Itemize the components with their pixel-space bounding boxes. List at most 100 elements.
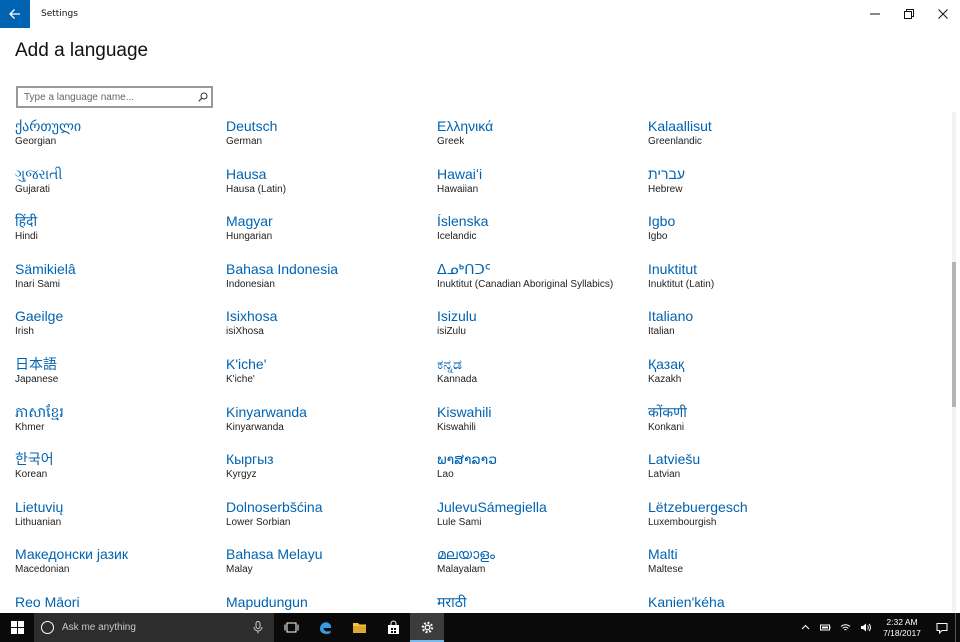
- language-item[interactable]: मराठी: [437, 593, 648, 613]
- start-button[interactable]: [0, 613, 34, 642]
- language-english-name: Kinyarwanda: [226, 421, 284, 433]
- window-title: Settings: [41, 9, 78, 19]
- language-native-name: Dolnoserbšćina: [226, 498, 323, 515]
- clock-date: 7/18/2017: [883, 627, 921, 638]
- language-native-name: Reo Māori: [15, 593, 80, 610]
- shopping-bag-icon: [387, 620, 399, 634]
- language-english-name: Hindi: [15, 231, 38, 243]
- language-item[interactable]: Sämikielâ Inari Sami: [15, 260, 226, 308]
- network-button[interactable]: [835, 613, 855, 642]
- file-explorer-button[interactable]: [342, 613, 376, 642]
- language-item[interactable]: Кыргыз Kyrgyz: [226, 450, 437, 498]
- restore-icon: [904, 9, 914, 19]
- language-native-name: ភាសាខ្មែរ: [15, 403, 64, 420]
- language-item[interactable]: Қазақ Kazakh: [648, 355, 859, 403]
- task-view-button[interactable]: [274, 613, 308, 642]
- language-item[interactable]: Igbo Igbo: [648, 212, 859, 260]
- language-item[interactable]: Hausa Hausa (Latin): [226, 165, 437, 213]
- language-item[interactable]: Kiswahili Kiswahili: [437, 403, 648, 451]
- language-item[interactable]: ພາສາລາວ Lao: [437, 450, 648, 498]
- language-item[interactable]: Malti Maltese: [648, 545, 859, 593]
- language-search-input[interactable]: [18, 88, 195, 106]
- show-hidden-icons-button[interactable]: [795, 613, 815, 642]
- volume-button[interactable]: [855, 613, 875, 642]
- windows-logo-icon: [10, 621, 24, 634]
- language-item[interactable]: ಕನ್ನಡ Kannada: [437, 355, 648, 403]
- language-item[interactable]: ქართული Georgian: [15, 117, 226, 165]
- language-native-name: हिंदी: [15, 213, 38, 230]
- language-item[interactable]: Lëtzebuergesch Luxembourgish: [648, 498, 859, 546]
- language-item[interactable]: Reo Māori: [15, 593, 226, 613]
- language-item[interactable]: Íslenska Icelandic: [437, 212, 648, 260]
- language-item[interactable]: Kalaallisut Greenlandic: [648, 117, 859, 165]
- system-tray: 2:32 AM 7/18/2017: [795, 613, 960, 642]
- battery-button[interactable]: [815, 613, 835, 642]
- edge-browser-button[interactable]: [308, 613, 342, 642]
- language-item[interactable]: Bahasa Indonesia Indonesian: [226, 260, 437, 308]
- title-bar: Settings: [0, 0, 960, 28]
- microphone-icon[interactable]: [252, 621, 264, 634]
- language-item[interactable]: Gaeilge Irish: [15, 307, 226, 355]
- language-english-name: Hawaiian: [437, 183, 479, 195]
- language-native-name: 한국어: [15, 451, 54, 468]
- language-native-name: മലയാളം: [437, 546, 496, 563]
- taskbar-clock[interactable]: 2:32 AM 7/18/2017: [875, 617, 929, 639]
- language-item[interactable]: മലയാളം Malayalam: [437, 545, 648, 593]
- show-desktop-button[interactable]: [955, 613, 960, 642]
- language-native-name: Bahasa Melayu: [226, 546, 323, 563]
- language-native-name: Kalaallisut: [648, 118, 712, 134]
- language-item[interactable]: עברית Hebrew: [648, 165, 859, 213]
- settings-taskbar-button[interactable]: [410, 613, 444, 642]
- language-item[interactable]: Magyar Hungarian: [226, 212, 437, 260]
- language-item[interactable]: Hawaiʻi Hawaiian: [437, 165, 648, 213]
- minimize-button[interactable]: [858, 0, 892, 28]
- scrollbar-thumb[interactable]: [952, 262, 956, 407]
- language-native-name: मराठी: [437, 593, 467, 610]
- language-item[interactable]: कोंकणी Konkani: [648, 403, 859, 451]
- language-item[interactable]: Mapudungun: [226, 593, 437, 613]
- language-native-name: ಕನ್ನಡ: [437, 355, 462, 372]
- language-item[interactable]: Lietuvių Lithuanian: [15, 498, 226, 546]
- chevron-up-icon: [801, 624, 809, 630]
- language-item[interactable]: Italiano Italian: [648, 307, 859, 355]
- language-native-name: कोंकणी: [648, 403, 687, 420]
- wifi-icon: [840, 624, 850, 631]
- language-item[interactable]: हिंदी Hindi: [15, 212, 226, 260]
- action-center-button[interactable]: [929, 613, 955, 642]
- language-item[interactable]: JulevuSámegiella Lule Sami: [437, 498, 648, 546]
- language-item[interactable]: ភាសាខ្មែរ Khmer: [15, 403, 226, 451]
- cortana-search-box[interactable]: Ask me anything: [34, 613, 274, 642]
- store-button[interactable]: [376, 613, 410, 642]
- restore-button[interactable]: [892, 0, 926, 28]
- language-item[interactable]: Inuktitut Inuktitut (Latin): [648, 260, 859, 308]
- language-item[interactable]: 한국어 Korean: [15, 450, 226, 498]
- back-button[interactable]: [0, 0, 30, 28]
- language-item[interactable]: Deutsch German: [226, 117, 437, 165]
- language-item[interactable]: Kinyarwanda Kinyarwanda: [226, 403, 437, 451]
- language-native-name: Íslenska: [437, 213, 489, 230]
- close-button[interactable]: [926, 0, 960, 28]
- language-item[interactable]: ᐃᓄᒃᑎᑐᑦ Inuktitut (Canadian Aboriginal Syl…: [437, 260, 648, 308]
- language-item[interactable]: Македонски јазик Macedonian: [15, 545, 226, 593]
- search-icon[interactable]: [195, 92, 211, 102]
- language-item[interactable]: Bahasa Melayu Malay: [226, 545, 437, 593]
- language-item[interactable]: Latviešu Latvian: [648, 450, 859, 498]
- language-item[interactable]: Isixhosa isiXhosa: [226, 307, 437, 355]
- language-native-name: Mapudungun: [226, 593, 308, 610]
- language-search-box[interactable]: [16, 86, 213, 108]
- language-item[interactable]: K'iche' K'iche': [226, 355, 437, 403]
- vertical-scrollbar[interactable]: [952, 112, 956, 612]
- language-item[interactable]: Dolnoserbšćina Lower Sorbian: [226, 498, 437, 546]
- language-item[interactable]: 日本語 Japanese: [15, 355, 226, 403]
- language-english-name: Malayalam: [437, 564, 486, 576]
- language-native-name: עברית: [648, 165, 686, 182]
- language-native-name: ᐃᓄᒃᑎᑐᑦ: [437, 260, 491, 277]
- language-english-name: Kyrgyz: [226, 469, 257, 481]
- language-native-name: Igbo: [648, 213, 676, 230]
- language-english-name: Malay: [226, 564, 253, 576]
- language-item[interactable]: Isizulu isiZulu: [437, 307, 648, 355]
- language-native-name: Inuktitut: [648, 260, 698, 277]
- language-item[interactable]: Kanien'kéha: [648, 593, 859, 613]
- language-item[interactable]: Ελληνικά Greek: [437, 117, 648, 165]
- language-item[interactable]: ગુજરાતી Gujarati: [15, 165, 226, 213]
